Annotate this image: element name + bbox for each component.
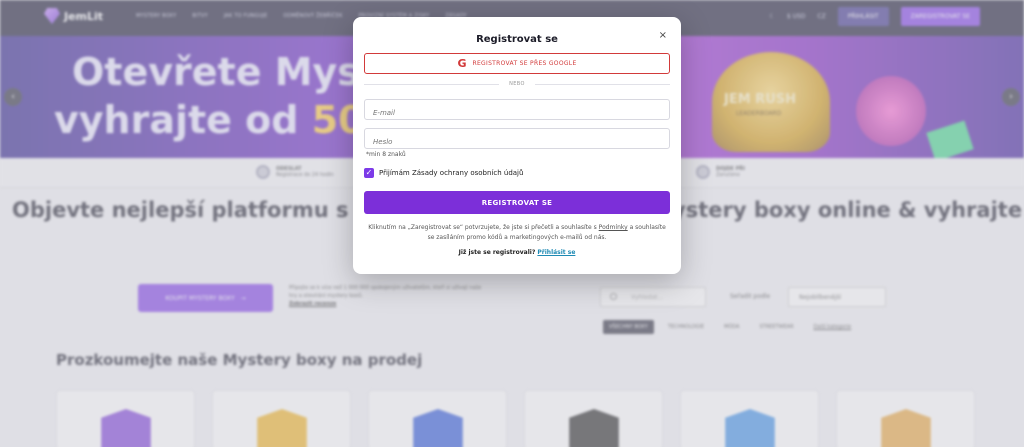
modal-title: Registrovat se: [476, 34, 558, 45]
google-button-label: REGISTROVAT SE PŘES GOOGLE: [472, 60, 577, 67]
google-register-button[interactable]: G REGISTROVAT SE PŘES GOOGLE: [364, 53, 670, 74]
login-link[interactable]: Přihlásit se: [537, 249, 575, 256]
divider-line: [534, 83, 670, 85]
privacy-checkbox-label[interactable]: Přijímám Zásady ochrany osobních údajů: [379, 169, 523, 177]
page: JemLit Mystery boxy Bitvy Jak to funguje…: [0, 0, 1024, 447]
password-field[interactable]: [364, 128, 670, 149]
register-modal: Registrovat se × G REGISTROVAT SE PŘES G…: [353, 17, 681, 274]
password-hint: *min 8 znaků: [366, 151, 406, 158]
terms-text: Kliknutím na „Zaregistrovat se“ potvrzuj…: [364, 223, 670, 243]
terms-before: Kliknutím na „Zaregistrovat se“ potvrzuj…: [368, 224, 599, 231]
already-registered: Již jste se registrovali? Přihlásit se: [353, 249, 681, 256]
privacy-consent-row: ✓ Přijímám Zásady ochrany osobních údajů: [364, 168, 523, 178]
google-icon: G: [457, 57, 467, 70]
divider-line: [364, 83, 500, 85]
register-submit-button[interactable]: REGISTROVAT SE: [364, 191, 670, 214]
or-label: NEBO: [509, 81, 525, 87]
email-field[interactable]: [364, 99, 670, 120]
close-icon[interactable]: ×: [659, 30, 667, 41]
terms-link[interactable]: Podmínky: [599, 224, 628, 231]
privacy-checkbox[interactable]: ✓: [364, 168, 374, 178]
already-text: Již jste se registrovali?: [458, 249, 538, 256]
or-divider: NEBO: [364, 80, 670, 88]
